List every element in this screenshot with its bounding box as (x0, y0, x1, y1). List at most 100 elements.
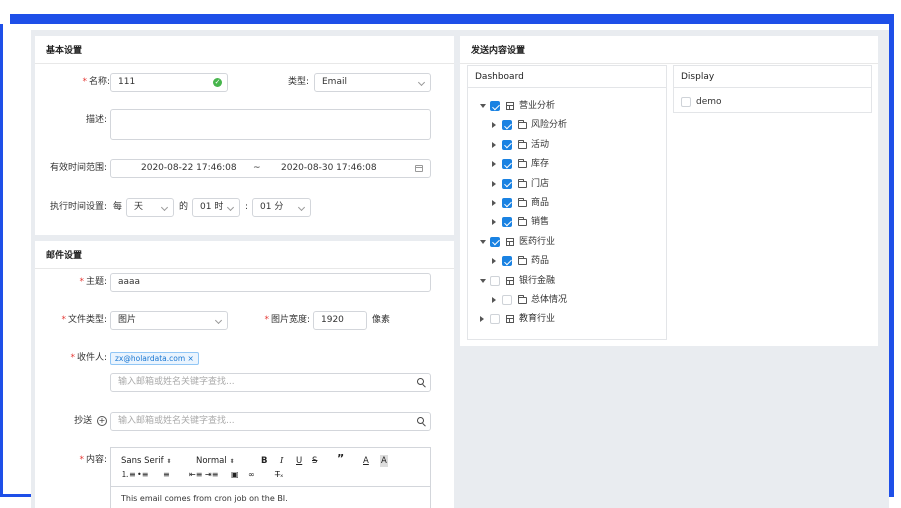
tree-node[interactable]: 商品 (468, 196, 658, 210)
tree-node[interactable]: 营业分析 (468, 99, 658, 113)
tree-checkbox[interactable] (490, 236, 500, 247)
image-icon[interactable]: ▣ (231, 469, 239, 481)
tree-checkbox[interactable] (502, 120, 512, 131)
subject-label: * 主题: (79, 277, 107, 287)
mail-settings-title: 邮件设置 (35, 241, 454, 269)
tree-node-label: 医药行业 (519, 236, 556, 247)
minute-select[interactable]: 01 分 (252, 198, 311, 217)
tree-checkbox[interactable] (502, 217, 512, 228)
dashboard-tree-header: Dashboard (468, 66, 666, 88)
tree-checkbox[interactable] (502, 256, 512, 267)
caret-right-icon[interactable] (492, 141, 496, 148)
calendar-icon (415, 165, 423, 172)
clear-format-icon[interactable]: T̶ₓ (275, 469, 283, 481)
font-size-select[interactable]: Normal ⬍ (196, 455, 235, 468)
tree-node[interactable]: 活动 (468, 138, 658, 152)
frame-right-bar (889, 24, 894, 494)
caret-down-icon[interactable] (480, 278, 486, 283)
link-icon[interactable]: ∞ (248, 469, 255, 481)
tree-node-label: 商品 (531, 198, 550, 208)
chevron-down-icon (417, 78, 426, 87)
caret-right-icon[interactable] (492, 297, 496, 303)
chevron-down-icon (160, 203, 169, 212)
strikethrough-icon[interactable]: S (312, 455, 317, 467)
search-icon (417, 417, 424, 424)
indent-icon[interactable]: ⇥≡ (205, 469, 218, 481)
name-input[interactable]: 111 ✓ (110, 73, 228, 92)
tree-node[interactable]: 银行金融 (468, 274, 658, 288)
mail-settings-panel: 邮件设置 * 主题: aaaa * 文件类型: 图片 * 图片宽度: 1920 像素 … (35, 241, 454, 508)
bold-icon[interactable]: B (261, 455, 267, 467)
align-icon[interactable]: ≡ (163, 469, 170, 481)
of-text: 的 (179, 202, 189, 212)
tree-node-label: 库存 (531, 159, 550, 170)
tree-node[interactable]: 销售 (468, 215, 658, 229)
frame-top-bar (10, 14, 894, 24)
image-width-label: * 图片宽度: (264, 315, 310, 325)
tree-checkbox[interactable] (502, 178, 512, 189)
caret-right-icon[interactable] (492, 161, 496, 168)
editor-body-text[interactable]: This email comes from cron job on the BI… (121, 494, 288, 503)
date-range-picker[interactable]: 2020-08-22 17:46:08 ~ 2020-08-30 17:46:0… (110, 159, 431, 178)
font-color-icon[interactable]: A (363, 455, 369, 467)
exec-label: 执行时间设置: (49, 202, 107, 212)
blockquote-icon[interactable]: ” (337, 453, 344, 465)
tree-checkbox[interactable] (490, 101, 500, 111)
caret-down-icon[interactable] (480, 239, 486, 244)
tree-node[interactable]: 药品 (468, 254, 658, 268)
caret-right-icon[interactable] (492, 122, 496, 129)
plus-circle-icon[interactable]: + (97, 415, 107, 426)
bullet-list-icon[interactable]: •≡ (137, 469, 148, 481)
italic-icon[interactable]: I (280, 455, 283, 467)
unit-select[interactable]: 天 (126, 198, 174, 217)
outdent-icon[interactable]: ⇤≡ (189, 469, 202, 481)
caret-right-icon[interactable] (492, 200, 496, 206)
display-header: Display (674, 66, 871, 88)
tree-node[interactable]: 门店 (468, 177, 658, 191)
tree-node[interactable]: 风险分析 (468, 118, 658, 132)
caret-right-icon[interactable] (492, 180, 496, 187)
tree-node-label: 教育行业 (519, 314, 556, 325)
tree-checkbox[interactable] (502, 295, 512, 305)
image-width-input[interactable]: 1920 (313, 311, 367, 330)
ordered-list-icon[interactable]: ⒈≡ (121, 469, 136, 481)
tree-checkbox[interactable] (502, 159, 512, 170)
caret-right-icon[interactable] (480, 316, 484, 323)
name-label: * 名称: (82, 77, 110, 87)
rich-text-editor[interactable]: Sans Serif ⬍ Normal ⬍ B I U S ” A A ⒈≡ •… (110, 447, 431, 508)
desc-textarea[interactable] (110, 109, 431, 140)
tree-node-label: 门店 (531, 178, 550, 189)
send-content-title: 发送内容设置 (460, 36, 878, 64)
tree-checkbox[interactable] (502, 139, 512, 150)
tree-node[interactable]: 医药行业 (468, 235, 658, 249)
tree-checkbox[interactable] (490, 275, 500, 286)
subject-input[interactable]: aaaa (110, 273, 431, 292)
tree-node[interactable]: 总体情况 (468, 293, 658, 307)
filetype-select[interactable]: 图片 (110, 311, 228, 330)
range-start: 2020-08-22 17:46:08 (141, 163, 237, 173)
tree-checkbox[interactable] (502, 198, 512, 208)
type-select[interactable]: Email (314, 73, 431, 92)
caret-right-icon[interactable] (492, 219, 496, 226)
recipient-tag[interactable]: zx@holardata.com × (110, 352, 199, 365)
tree-node-label: 银行金融 (519, 275, 556, 286)
display-checkbox[interactable] (681, 97, 691, 107)
background-color-icon[interactable]: A (380, 455, 388, 467)
close-icon[interactable]: × (188, 354, 194, 363)
underline-icon[interactable]: U (296, 455, 302, 467)
font-family-select[interactable]: Sans Serif ⬍ (121, 455, 171, 468)
hour-select[interactable]: 01 时 (192, 198, 240, 217)
caret-right-icon[interactable] (492, 258, 496, 265)
chevron-down-icon (297, 203, 306, 212)
recipient-search-input[interactable]: 输入邮箱或姓名关键字查找... (110, 373, 431, 392)
tree-node[interactable]: 库存 (468, 157, 658, 171)
dashboard-tree-box: Dashboard 营业分析风险分析活动库存门店商品销售医药行业药品银行金融总体… (467, 65, 667, 340)
tree-node[interactable]: 教育行业 (468, 312, 658, 326)
caret-down-icon[interactable] (480, 104, 486, 108)
range-separator: ~ (253, 163, 261, 173)
tree-node-label: 总体情况 (531, 295, 568, 305)
cc-search-input[interactable]: 输入邮箱或姓名关键字查找... (110, 412, 431, 431)
check-circle-icon: ✓ (213, 78, 222, 87)
tree-checkbox[interactable] (490, 314, 500, 325)
basic-settings-title: 基本设置 (35, 36, 454, 64)
